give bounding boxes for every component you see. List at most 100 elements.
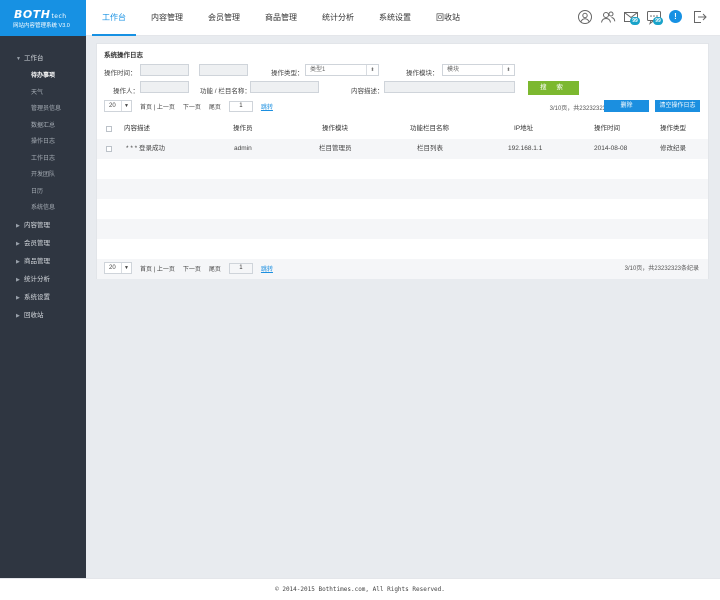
sidebar-item-calendar[interactable]: 日历: [0, 184, 86, 201]
table-row-empty: [97, 179, 708, 199]
sidebar-group-statistics[interactable]: ▶ 统计分析: [0, 271, 86, 289]
function-input[interactable]: [250, 81, 319, 93]
op-time-label: 操作时间：: [104, 70, 137, 77]
chevron-right-icon: ▶: [16, 222, 20, 229]
chevron-right-icon: ▶: [16, 276, 20, 283]
sidebar-item-weather[interactable]: 天气: [0, 85, 86, 102]
clear-log-button[interactable]: 清空操作日志: [655, 100, 700, 112]
panel-title: 系统操作日志: [104, 52, 143, 59]
cell-time: 2014-08-08: [594, 145, 628, 152]
top-nav: 工作台 内容管理 会员管理 商品管理 统计分析 系统设置 回收站: [92, 0, 475, 36]
sidebar-item-dev-team[interactable]: 开发团队: [0, 167, 86, 184]
header-content: 内容描述: [124, 125, 150, 132]
cell-module: 栏目管理员: [319, 145, 352, 152]
chat-badge: 99: [653, 17, 663, 25]
delete-button[interactable]: 删除: [604, 100, 649, 112]
sidebar-item-todo[interactable]: 待办事项: [0, 68, 86, 85]
table-row-empty: [97, 199, 708, 219]
sidebar-group-workbench[interactable]: ▼ 工作台: [0, 50, 86, 68]
topnav-statistics[interactable]: 统计分析: [312, 0, 364, 36]
header-ip: IP地址: [514, 125, 534, 132]
operator-label: 操作人：: [113, 88, 139, 95]
pager-bottom: 20 ▼ 首页 | 上一页 下一页 尾页 1 跳转: [104, 262, 273, 274]
updown-icon: ⬍: [502, 65, 514, 75]
select-all-checkbox[interactable]: [106, 126, 112, 132]
function-label: 功能 / 栏目名称：: [200, 88, 251, 95]
sidebar-group-products[interactable]: ▶ 商品管理: [0, 253, 86, 271]
users-icon[interactable]: [600, 9, 616, 25]
table-row-empty: [97, 239, 708, 259]
search-button[interactable]: 搜 索: [528, 81, 579, 95]
updown-icon: ⬍: [366, 65, 378, 75]
jump-link[interactable]: 跳转: [261, 264, 273, 273]
next-page-link[interactable]: 下一页: [183, 102, 201, 111]
topnav-content[interactable]: 内容管理: [141, 0, 193, 36]
first-prev-link[interactable]: 首页 | 上一页: [140, 102, 175, 111]
chat-icon[interactable]: 99: [646, 9, 663, 25]
header-module: 操作模块: [322, 125, 348, 132]
table-row-empty: [97, 219, 708, 239]
logo[interactable]: BOTHtech 网站内容管理系统 V3.0: [0, 0, 86, 36]
chevron-down-icon: ▼: [16, 56, 21, 62]
user-icon[interactable]: [577, 9, 593, 25]
op-time-start-input[interactable]: [140, 64, 189, 76]
page-info-bottom: 3/10页，共23232323条纪录: [624, 266, 699, 272]
next-page-link[interactable]: 下一页: [183, 264, 201, 273]
operator-input[interactable]: [140, 81, 189, 93]
row-checkbox[interactable]: [106, 146, 112, 152]
cell-type: 修改纪录: [660, 145, 686, 152]
op-type-label: 操作类型：: [271, 70, 304, 77]
logo-subtitle: 网站内容管理系统 V3.0: [13, 23, 70, 29]
logo-brand: BOTHtech: [14, 8, 67, 21]
last-page-link[interactable]: 尾页: [209, 264, 221, 273]
sidebar-item-work-log[interactable]: 工作日志: [0, 151, 86, 168]
info-icon[interactable]: !: [669, 9, 685, 25]
footer: © 2014-2015 Bothtimes.com, All Rights Re…: [0, 578, 720, 600]
cell-ip: 192.168.1.1: [508, 145, 543, 152]
jump-link[interactable]: 跳转: [261, 102, 273, 111]
sidebar-group-settings[interactable]: ▶ 系统设置: [0, 289, 86, 307]
op-module-select[interactable]: 模块 ⬍: [442, 64, 515, 76]
topnav-recycle[interactable]: 回收站: [426, 0, 470, 36]
op-type-select[interactable]: 类型1 ⬍: [305, 64, 379, 76]
page-size-select[interactable]: 20 ▼: [104, 100, 132, 112]
page-number-input[interactable]: 1: [228, 100, 253, 112]
topnav-products[interactable]: 商品管理: [255, 0, 307, 36]
pager-top: 20 ▼ 首页 | 上一页 下一页 尾页 1 跳转: [104, 100, 273, 112]
table-row-empty: [97, 159, 708, 179]
topnav-workbench[interactable]: 工作台: [92, 0, 136, 36]
log-table: 内容描述 操作员 操作模块 功能栏目名称 IP地址 操作时间 操作类型 * * …: [97, 119, 708, 279]
content-label: 内容描述：: [351, 88, 384, 95]
chevron-right-icon: ▶: [16, 294, 20, 301]
last-page-link[interactable]: 尾页: [209, 102, 221, 111]
op-time-end-input[interactable]: [199, 64, 248, 76]
op-module-label: 操作模块：: [406, 70, 439, 77]
topnav-members[interactable]: 会员管理: [198, 0, 250, 36]
content-input[interactable]: [384, 81, 515, 93]
toolbar-icons: 99 99 !: [570, 9, 708, 25]
sidebar-item-data-summary[interactable]: 数据汇总: [0, 118, 86, 135]
sidebar-group-content[interactable]: ▶ 内容管理: [0, 217, 86, 235]
sidebar-group-recycle[interactable]: ▶ 回收站: [0, 307, 86, 325]
table-row[interactable]: * * * 登录成功 admin 栏目管理员 栏目列表 192.168.1.1 …: [97, 139, 708, 159]
header-operator: 操作员: [233, 125, 253, 132]
operation-log-panel: 系统操作日志 操作时间： 操作类型： 类型1 ⬍ 操作模块： 模块 ⬍ 操作人： 功…: [96, 43, 709, 279]
topnav-settings[interactable]: 系统设置: [369, 0, 421, 36]
sidebar-item-admin-info[interactable]: 管理员信息: [0, 101, 86, 118]
logout-icon[interactable]: [692, 9, 708, 25]
page-number-input[interactable]: 1: [228, 262, 253, 274]
top-bar: 工作台 内容管理 会员管理 商品管理 统计分析 系统设置 回收站 99 99 !: [86, 0, 720, 36]
sidebar-item-system-info[interactable]: 系统信息: [0, 200, 86, 217]
sidebar-group-members[interactable]: ▶ 会员管理: [0, 235, 86, 253]
first-prev-link[interactable]: 首页 | 上一页: [140, 264, 175, 273]
chevron-down-icon: ▼: [121, 101, 131, 111]
header-time: 操作时间: [594, 125, 620, 132]
mail-icon[interactable]: 99: [623, 9, 640, 25]
header-type: 操作类型: [660, 125, 686, 132]
app: BOTHtech 网站内容管理系统 V3.0 工作台 内容管理 会员管理 商品管…: [0, 0, 720, 600]
chevron-right-icon: ▶: [16, 240, 20, 247]
table-header: 内容描述 操作员 操作模块 功能栏目名称 IP地址 操作时间 操作类型: [97, 119, 708, 139]
page-size-select[interactable]: 20 ▼: [104, 262, 132, 274]
cell-content: * * * 登录成功: [126, 145, 166, 152]
sidebar-item-op-log[interactable]: 操作日志: [0, 134, 86, 151]
